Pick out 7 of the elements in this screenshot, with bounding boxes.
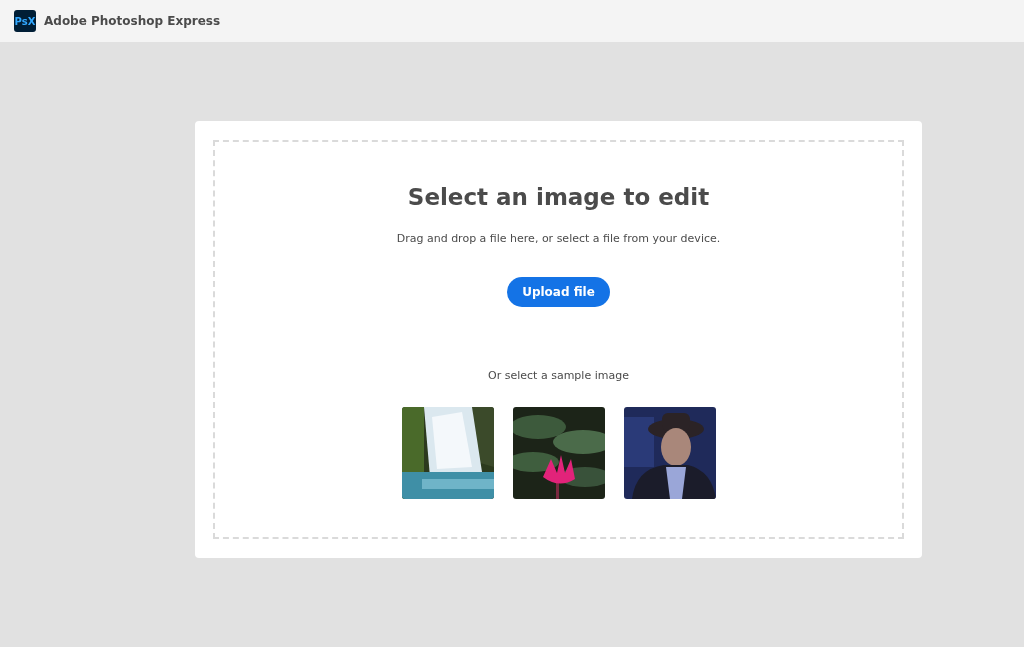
upload-subtitle: Drag and drop a file here, or select a file from your device. [396, 232, 721, 245]
drop-zone[interactable]: Select an image to edit Drag and drop a file here, or select a file from your device. Upload file Or select a sample image [213, 140, 904, 539]
app-title: Adobe Photoshop Express [44, 14, 221, 28]
upload-button[interactable]: Upload file [507, 277, 610, 307]
upload-title: Select an image to edit [407, 184, 710, 210]
samples-label: Or select a sample image [488, 369, 629, 382]
app-logo: PsX [14, 10, 36, 32]
